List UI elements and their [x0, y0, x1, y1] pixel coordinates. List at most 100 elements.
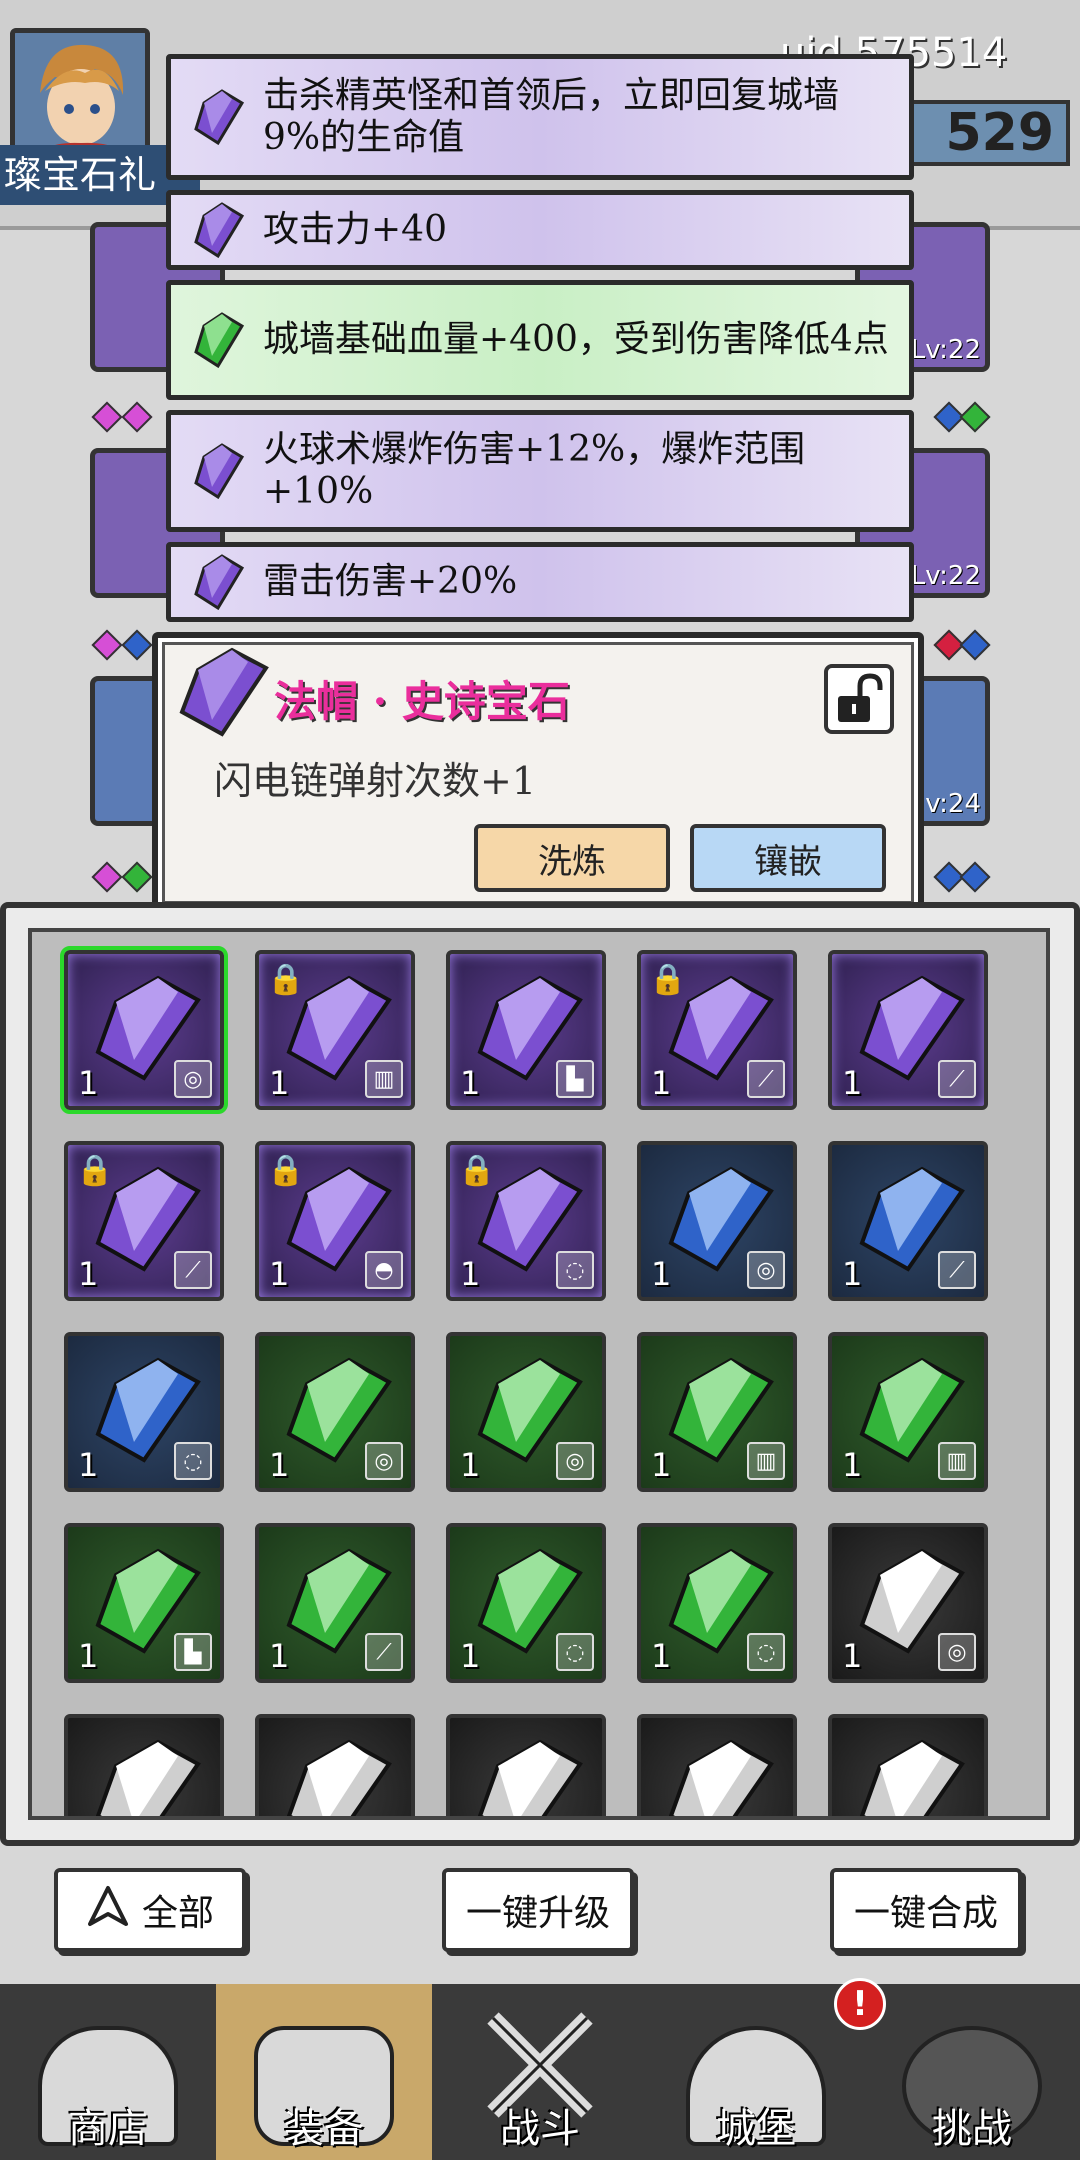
slot-level: v:24	[925, 789, 981, 819]
nav-label: 商店	[68, 2106, 148, 2152]
stat-text: 雷击伤害+20%	[263, 561, 518, 602]
upgrade-all-button[interactable]: 一键升级	[442, 1868, 634, 1952]
gem-slot[interactable]: 1 ◎	[828, 1523, 988, 1683]
stat-row: 攻击力+40	[166, 190, 914, 270]
armor-icon: ▥	[365, 1060, 403, 1098]
necklace-icon: ◌	[174, 1442, 212, 1480]
gem-slot[interactable]: 1 ▥	[637, 1332, 797, 1492]
gem-slot[interactable]: 1 ◎	[446, 1332, 606, 1492]
inlay-button[interactable]: 镶嵌	[690, 824, 886, 892]
combine-all-button[interactable]: 一键合成	[830, 1868, 1022, 1952]
gem-count: 1	[269, 1446, 290, 1484]
gray-gem-icon	[477, 1739, 583, 1816]
gem-count: 1	[651, 1255, 672, 1293]
nav-label: 装备	[284, 2106, 364, 2152]
bottom-nav: 商店 装备 战斗 城堡 挑战	[0, 1984, 1080, 2160]
gem-slot[interactable]: 1 ◌	[64, 1332, 224, 1492]
socket-diamond	[959, 401, 991, 433]
necklace-icon: ◌	[556, 1633, 594, 1671]
socket-diamond	[959, 861, 991, 893]
gem-slot[interactable]: 1 ▥	[828, 1332, 988, 1492]
nav-castle[interactable]: 城堡	[648, 1984, 864, 2160]
gem-count: 1	[460, 1255, 481, 1293]
refine-button[interactable]: 洗炼	[474, 824, 670, 892]
staff-icon: ⟋	[747, 1060, 785, 1098]
gem-count: 1	[269, 1064, 290, 1102]
gem-slot[interactable]	[828, 1714, 988, 1816]
stat-row: 火球术爆炸伤害+12%，爆炸范围+10%	[166, 410, 914, 532]
gem-slot[interactable]: 1 ◌	[446, 1523, 606, 1683]
gem-slot[interactable]: 1 ◎	[255, 1332, 415, 1492]
nav-label: 城堡	[716, 2106, 796, 2152]
gem-slot[interactable]: 🔒 1 ⟋	[637, 950, 797, 1110]
nav-equipment[interactable]: 装备	[216, 1984, 432, 2160]
gem-slot[interactable]	[637, 1714, 797, 1816]
socket-diamond	[91, 861, 123, 893]
purple-gem-icon	[187, 441, 251, 501]
gem-slot[interactable]: 🔒 1 ◌	[446, 1141, 606, 1301]
gem-grid[interactable]: 1 ◎ 🔒 1 ▥ 1 ▙ 🔒 1 ⟋ 1 ⟋ 🔒 1 ⟋ 🔒 1 ◓ 🔒 1 ◌ 1 ◎ 1 ⟋ 1 ◌ 1 ◎ 1 ◎ 1 ▥ 1 ▥ 1 ▙ 1 ⟋ 1…	[28, 928, 1050, 1820]
nav-shop[interactable]: 商店	[0, 1984, 216, 2160]
gem-slot[interactable]: 1 ◌	[637, 1523, 797, 1683]
gem-inventory-panel: 1 ◎ 🔒 1 ▥ 1 ▙ 🔒 1 ⟋ 1 ⟋ 🔒 1 ⟋ 🔒 1 ◓ 🔒 1 ◌ 1 ◎ 1 ⟋ 1 ◌ 1 ◎ 1 ◎ 1 ▥ 1 ▥ 1 ▙ 1 ⟋ 1…	[0, 902, 1080, 1846]
gem-slot[interactable]	[64, 1714, 224, 1816]
socket-diamond	[91, 629, 123, 661]
stat-text: 城墙基础血量+400，受到伤害降低4点	[263, 319, 889, 360]
gem-count: 1	[651, 1064, 672, 1102]
gray-gem-icon	[95, 1739, 201, 1816]
boots-icon: ▙	[174, 1633, 212, 1671]
purple-gem-icon	[187, 87, 251, 147]
gem-slot[interactable]: 1 ▙	[64, 1523, 224, 1683]
gem-slot[interactable]	[255, 1714, 415, 1816]
necklace-icon: ◌	[556, 1251, 594, 1289]
padlock-icon: 🔒	[458, 1153, 496, 1188]
gem-count: 1	[842, 1255, 863, 1293]
gem-count: 1	[269, 1255, 290, 1293]
gem-slot[interactable]	[446, 1714, 606, 1816]
nav-challenge[interactable]: 挑战	[864, 1984, 1080, 2160]
socket-diamond	[959, 629, 991, 661]
coin-counter: 529	[900, 100, 1070, 166]
nav-battle[interactable]: 战斗	[432, 1984, 648, 2160]
gem-count: 1	[651, 1637, 672, 1675]
gem-slot[interactable]: 1 ▙	[446, 950, 606, 1110]
padlock-icon: 🔒	[76, 1153, 114, 1188]
gem-slot[interactable]: 🔒 1 ◓	[255, 1141, 415, 1301]
game-screen: uid 575514 529 璨宝石礼 Lv:22 Lv:22 v:24 击杀精…	[0, 0, 1080, 2160]
nav-label: 挑战	[932, 2106, 1012, 2152]
filter-all-button[interactable]: 全部	[54, 1868, 246, 1952]
gem-count: 1	[460, 1446, 481, 1484]
gem-slot[interactable]: 1 ⟋	[255, 1523, 415, 1683]
padlock-icon: 🔒	[267, 962, 305, 997]
gem-slot[interactable]: 1 ⟋	[828, 950, 988, 1110]
boots-icon: ▙	[556, 1060, 594, 1098]
notification-badge: !	[834, 1978, 886, 2030]
gem-count: 1	[842, 1446, 863, 1484]
gem-slot[interactable]: 1 ◎	[60, 946, 228, 1114]
padlock-icon: 🔒	[267, 1153, 305, 1188]
unlocked-padlock-icon[interactable]	[824, 664, 894, 734]
ring-icon: ◎	[747, 1251, 785, 1289]
armor-icon: ▥	[747, 1442, 785, 1480]
gem-count: 1	[842, 1064, 863, 1102]
gem-slot[interactable]: 1 ⟋	[828, 1141, 988, 1301]
socket-diamond	[91, 401, 123, 433]
padlock-icon: 🔒	[649, 962, 687, 997]
gray-gem-icon	[668, 1739, 774, 1816]
stat-text: 击杀精英怪和首领后，立即回复城墙9%的生命值	[263, 75, 840, 158]
up-arrow-icon	[86, 1884, 130, 1937]
ring-icon: ◎	[938, 1633, 976, 1671]
ring-icon: ◎	[174, 1060, 212, 1098]
gem-slot[interactable]: 🔒 1 ▥	[255, 950, 415, 1110]
gray-gem-icon	[859, 1739, 965, 1816]
gem-slot[interactable]: 🔒 1 ⟋	[64, 1141, 224, 1301]
stat-row: 击杀精英怪和首领后，立即回复城墙9%的生命值	[166, 54, 914, 180]
gem-count: 1	[269, 1637, 290, 1675]
socket-diamond	[121, 861, 153, 893]
staff-icon: ⟋	[938, 1251, 976, 1289]
gem-description: 闪电链弹射次数+1	[214, 759, 537, 803]
staff-icon: ⟋	[365, 1633, 403, 1671]
gem-slot[interactable]: 1 ◎	[637, 1141, 797, 1301]
slot-level: Lv:22	[910, 335, 981, 365]
gem-count: 1	[78, 1064, 99, 1102]
